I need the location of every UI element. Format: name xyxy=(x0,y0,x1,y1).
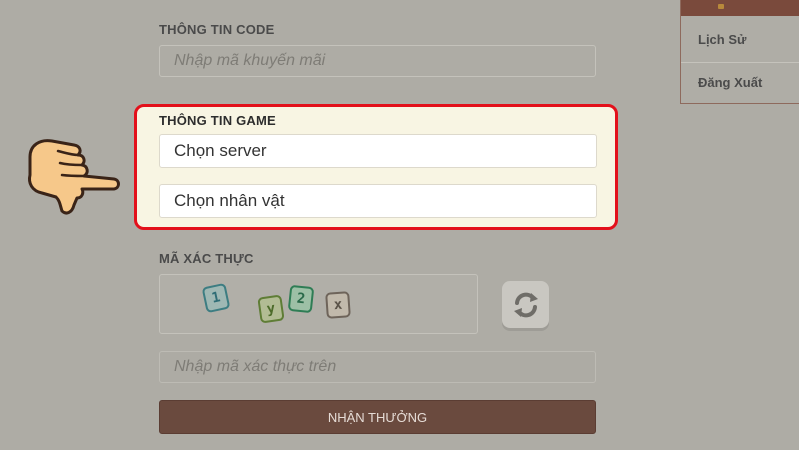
account-menu: Lịch Sử Đăng Xuất xyxy=(680,0,799,104)
menu-marker-icon xyxy=(718,4,724,9)
game-section-label: THÔNG TIN GAME xyxy=(159,113,276,128)
claim-reward-button[interactable]: NHẬN THƯỞNG xyxy=(159,400,596,434)
menu-top-bar xyxy=(681,0,799,16)
captcha-char: 2 xyxy=(287,284,315,314)
server-select[interactable]: Chọn server xyxy=(159,134,597,168)
captcha-char: 1 xyxy=(201,282,231,314)
menu-item-history[interactable]: Lịch Sử xyxy=(681,18,799,60)
character-select[interactable]: Chọn nhân vật xyxy=(159,184,597,218)
captcha-char: y xyxy=(257,294,285,324)
captcha-image: 1 y 2 x xyxy=(159,274,478,334)
captcha-input[interactable]: Nhập mã xác thực trên xyxy=(159,351,596,383)
menu-item-logout[interactable]: Đăng Xuất xyxy=(681,61,799,103)
code-section-label: THÔNG TIN CODE xyxy=(159,22,275,37)
refresh-icon xyxy=(513,292,538,317)
captcha-section-label: MÃ XÁC THỰC xyxy=(159,251,254,266)
captcha-char: x xyxy=(325,291,351,319)
refresh-captcha-button[interactable] xyxy=(502,281,549,328)
pointing-hand-icon xyxy=(28,139,120,215)
promo-code-input[interactable]: Nhập mã khuyến mãi xyxy=(159,45,596,77)
game-info-highlight: THÔNG TIN GAME Chọn server Chọn nhân vật xyxy=(134,104,618,230)
